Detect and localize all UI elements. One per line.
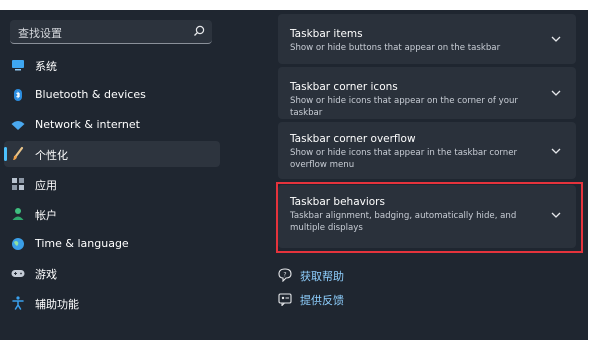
monitor-icon: [12, 60, 24, 71]
sidebar-item-label: 帐户: [35, 209, 57, 222]
search-box[interactable]: 查找设置: [10, 20, 212, 44]
sidebar-item-label: 辅助功能: [35, 298, 79, 311]
globe-icon: [12, 238, 24, 250]
chevron-down-icon[interactable]: [550, 147, 562, 155]
svg-text:?: ?: [283, 271, 286, 278]
sidebar-item-label: Network & internet: [35, 118, 140, 131]
selection-indicator: [4, 147, 7, 161]
taskbar-corner-overflow-card[interactable]: Taskbar corner overflow Show or hide ico…: [278, 122, 576, 179]
bluetooth-icon: [14, 89, 22, 101]
card-description: Show or hide icons that appear in the ta…: [290, 148, 518, 170]
accessibility-icon: [12, 296, 24, 310]
brush-icon: [13, 146, 24, 160]
taskbar-behaviors-card[interactable]: Taskbar behaviors Taskbar alignment, bad…: [278, 185, 576, 248]
card-description: Show or hide buttons that appear on the …: [290, 43, 501, 53]
sidebar: 查找设置 系统 Bluetooth & devices Network & in…: [0, 10, 230, 340]
sidebar-item-label: 个性化: [35, 149, 68, 162]
sidebar-item-gaming[interactable]: 游戏: [4, 260, 220, 286]
sidebar-item-label: 应用: [35, 179, 57, 192]
search-input[interactable]: 查找设置: [18, 25, 62, 41]
search-icon[interactable]: [192, 24, 206, 38]
sidebar-item-personalization[interactable]: 个性化: [4, 141, 220, 167]
link-label: 获取帮助: [300, 270, 344, 283]
sidebar-item-system[interactable]: 系统: [4, 52, 220, 78]
help-icon: ?: [278, 268, 292, 282]
settings-window: 查找设置 系统 Bluetooth & devices Network & in…: [0, 10, 588, 340]
sidebar-item-label: 系统: [35, 60, 57, 73]
sidebar-item-time-language[interactable]: Time & language: [4, 231, 220, 257]
taskbar-corner-icons-card[interactable]: Taskbar corner icons Show or hide icons …: [278, 67, 576, 119]
card-description: Taskbar alignment, badging, automaticall…: [290, 211, 517, 233]
card-title: Taskbar corner overflow: [290, 133, 416, 145]
taskbar-items-card[interactable]: Taskbar items Show or hide buttons that …: [278, 14, 576, 64]
card-description: Show or hide icons that appear on the co…: [290, 96, 518, 118]
person-icon: [12, 208, 24, 220]
sidebar-item-network[interactable]: Network & internet: [4, 112, 220, 138]
chevron-down-icon[interactable]: [550, 89, 562, 97]
feedback-icon: [278, 293, 292, 306]
card-title: Taskbar corner icons: [290, 81, 398, 93]
wifi-icon: [11, 121, 25, 130]
chevron-down-icon[interactable]: [550, 35, 562, 43]
card-title: Taskbar items: [290, 28, 363, 40]
gamepad-icon: [11, 270, 25, 277]
sidebar-item-label: 游戏: [35, 268, 57, 281]
chevron-down-icon[interactable]: [550, 211, 562, 219]
sidebar-item-label: Bluetooth & devices: [35, 88, 146, 101]
card-title: Taskbar behaviors: [290, 196, 385, 208]
link-label: 提供反馈: [300, 294, 344, 307]
sidebar-item-apps[interactable]: 应用: [4, 171, 220, 197]
apps-icon: [12, 178, 24, 190]
page-margin: [588, 0, 600, 340]
sidebar-item-accounts[interactable]: 帐户: [4, 201, 220, 227]
sidebar-item-label: Time & language: [35, 237, 129, 250]
sidebar-item-accessibility[interactable]: 辅助功能: [4, 290, 220, 316]
sidebar-item-bluetooth[interactable]: Bluetooth & devices: [4, 82, 220, 108]
